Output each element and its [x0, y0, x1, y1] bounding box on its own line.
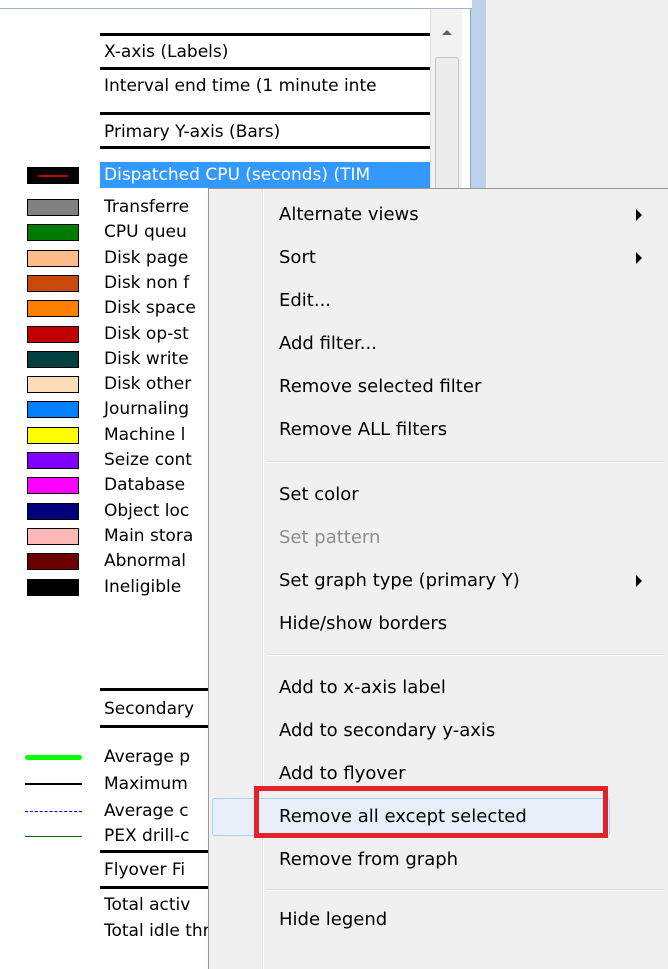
legend-item-label: CPU queu	[104, 222, 187, 243]
color-swatch	[27, 452, 79, 469]
color-swatch	[27, 300, 79, 318]
menu-item-label: Remove from graph	[279, 849, 459, 870]
section-header-label: Primary Y-axis (Bars)	[104, 122, 281, 142]
menu-item-set-graph-type-primary-y[interactable]: Set graph type (primary Y)	[209, 560, 668, 602]
submenu-arrow-icon	[636, 209, 642, 221]
color-swatch	[27, 249, 79, 267]
section-header-x-axis: X-axis (Labels)	[0, 39, 430, 65]
menu-item-remove-all-filters[interactable]: Remove ALL filters	[209, 409, 668, 451]
legend-item-label: Seize cont	[104, 450, 192, 470]
section-header-label: X-axis (Labels)	[104, 42, 229, 62]
section-header-label: Flyover Fi	[104, 860, 186, 880]
menu-separator	[266, 654, 664, 656]
legend-item-label: Interval end time (1 minute inte	[104, 76, 377, 96]
legend-item-label: Total activ	[104, 895, 191, 915]
section-rule	[100, 146, 430, 149]
menu-item-label: Alternate views	[279, 204, 419, 225]
legend-item-label: Disk write	[104, 348, 189, 369]
legend-item-label: Disk other	[104, 374, 192, 395]
color-swatch	[27, 527, 79, 545]
legend-item-x-axis[interactable]: Interval end time (1 minute inte	[0, 73, 430, 99]
legend-item-label: Dispatched CPU (seconds) (TIM	[104, 165, 371, 185]
section-rule	[100, 67, 430, 70]
color-swatch	[27, 401, 79, 419]
menu-item-label: Hide legend	[279, 909, 388, 930]
color-swatch	[27, 167, 79, 184]
menu-separator	[266, 461, 664, 463]
menu-item-label: Edit...	[279, 290, 332, 311]
legend-item-label: Maximum	[104, 774, 188, 794]
color-swatch	[27, 553, 79, 571]
legend-item-label: Journaling	[104, 399, 190, 420]
menu-item-add-filter[interactable]: Add filter...	[209, 323, 668, 365]
line-style-sample	[25, 755, 82, 760]
section-header-label: Secondary	[104, 699, 195, 719]
menu-item-alternate-views[interactable]: Alternate views	[209, 194, 668, 236]
legend-pane-top-border	[0, 0, 472, 9]
menu-item-edit[interactable]: Edit...	[209, 280, 668, 322]
legend-item-label: Average c	[104, 801, 189, 821]
menu-item-label: Hide/show borders	[279, 613, 448, 634]
menu-item-add-to-x-axis-label[interactable]: Add to x-axis label	[209, 667, 668, 709]
color-swatch	[27, 274, 79, 292]
legend-item-label: Machine l	[104, 424, 186, 445]
color-swatch	[27, 350, 79, 368]
menu-item-label: Sort	[279, 247, 316, 268]
line-style-sample	[25, 783, 82, 785]
context-menu: Alternate views Sort Edit... Add filter... R…	[208, 188, 668, 969]
menu-item-set-pattern: Set pattern	[209, 517, 668, 559]
legend-item-label: Disk space	[104, 298, 196, 319]
annotation-highlight-box	[254, 786, 608, 838]
menu-item-set-color[interactable]: Set color	[209, 474, 668, 516]
color-swatch	[27, 578, 79, 596]
line-style-sample	[25, 836, 82, 837]
menu-item-remove-from-graph[interactable]: Remove from graph	[209, 839, 668, 881]
line-style-sample	[25, 811, 82, 812]
menu-separator	[266, 889, 664, 891]
color-swatch	[27, 426, 79, 444]
color-swatch	[27, 477, 79, 495]
legend-item-label: Transferre	[104, 197, 190, 217]
section-rule	[100, 33, 430, 36]
legend-item-label: Abnormal	[104, 551, 186, 572]
color-swatch	[27, 376, 79, 394]
section-rule	[100, 112, 430, 115]
menu-item-sort[interactable]: Sort	[209, 237, 668, 279]
legend-item-selected[interactable]: Dispatched CPU (seconds) (TIM	[0, 162, 430, 188]
menu-item-label: Remove selected filter	[279, 376, 482, 397]
scroll-up-arrow-icon[interactable]	[432, 9, 462, 55]
menu-item-label: Set color	[279, 484, 359, 505]
submenu-arrow-icon	[636, 575, 642, 587]
menu-item-label: Set graph type (primary Y)	[279, 570, 520, 591]
menu-item-label: Add to x-axis label	[279, 677, 446, 698]
menu-item-hide-show-borders[interactable]: Hide/show borders	[209, 603, 668, 645]
color-swatch	[27, 502, 79, 520]
legend-item-label: Object loc	[104, 500, 190, 521]
legend-item-label: PEX drill-c	[104, 826, 190, 846]
color-swatch	[27, 199, 79, 216]
legend-item-label: Average p	[104, 747, 191, 767]
menu-item-remove-selected-filter[interactable]: Remove selected filter	[209, 366, 668, 408]
legend-item-label: Main stora	[104, 525, 194, 546]
menu-item-label: Add filter...	[279, 333, 377, 354]
legend-item-label: Database	[104, 475, 186, 496]
legend-item-label: Ineligible	[104, 576, 182, 597]
color-swatch	[27, 325, 79, 343]
menu-item-hide-legend[interactable]: Hide legend	[209, 899, 668, 941]
legend-item-label: Disk op-st	[104, 323, 189, 344]
submenu-arrow-icon	[636, 252, 642, 264]
menu-item-label: Set pattern	[279, 527, 381, 548]
color-swatch	[27, 224, 79, 242]
menu-item-label: Add to secondary y-axis	[279, 720, 496, 741]
menu-item-add-to-secondary-y-axis[interactable]: Add to secondary y-axis	[209, 710, 668, 752]
menu-item-label: Remove ALL filters	[279, 419, 448, 440]
legend-item-label: Disk non f	[104, 272, 190, 293]
section-header-primary-y: Primary Y-axis (Bars)	[0, 119, 430, 145]
legend-item-label: Disk page	[104, 247, 189, 268]
